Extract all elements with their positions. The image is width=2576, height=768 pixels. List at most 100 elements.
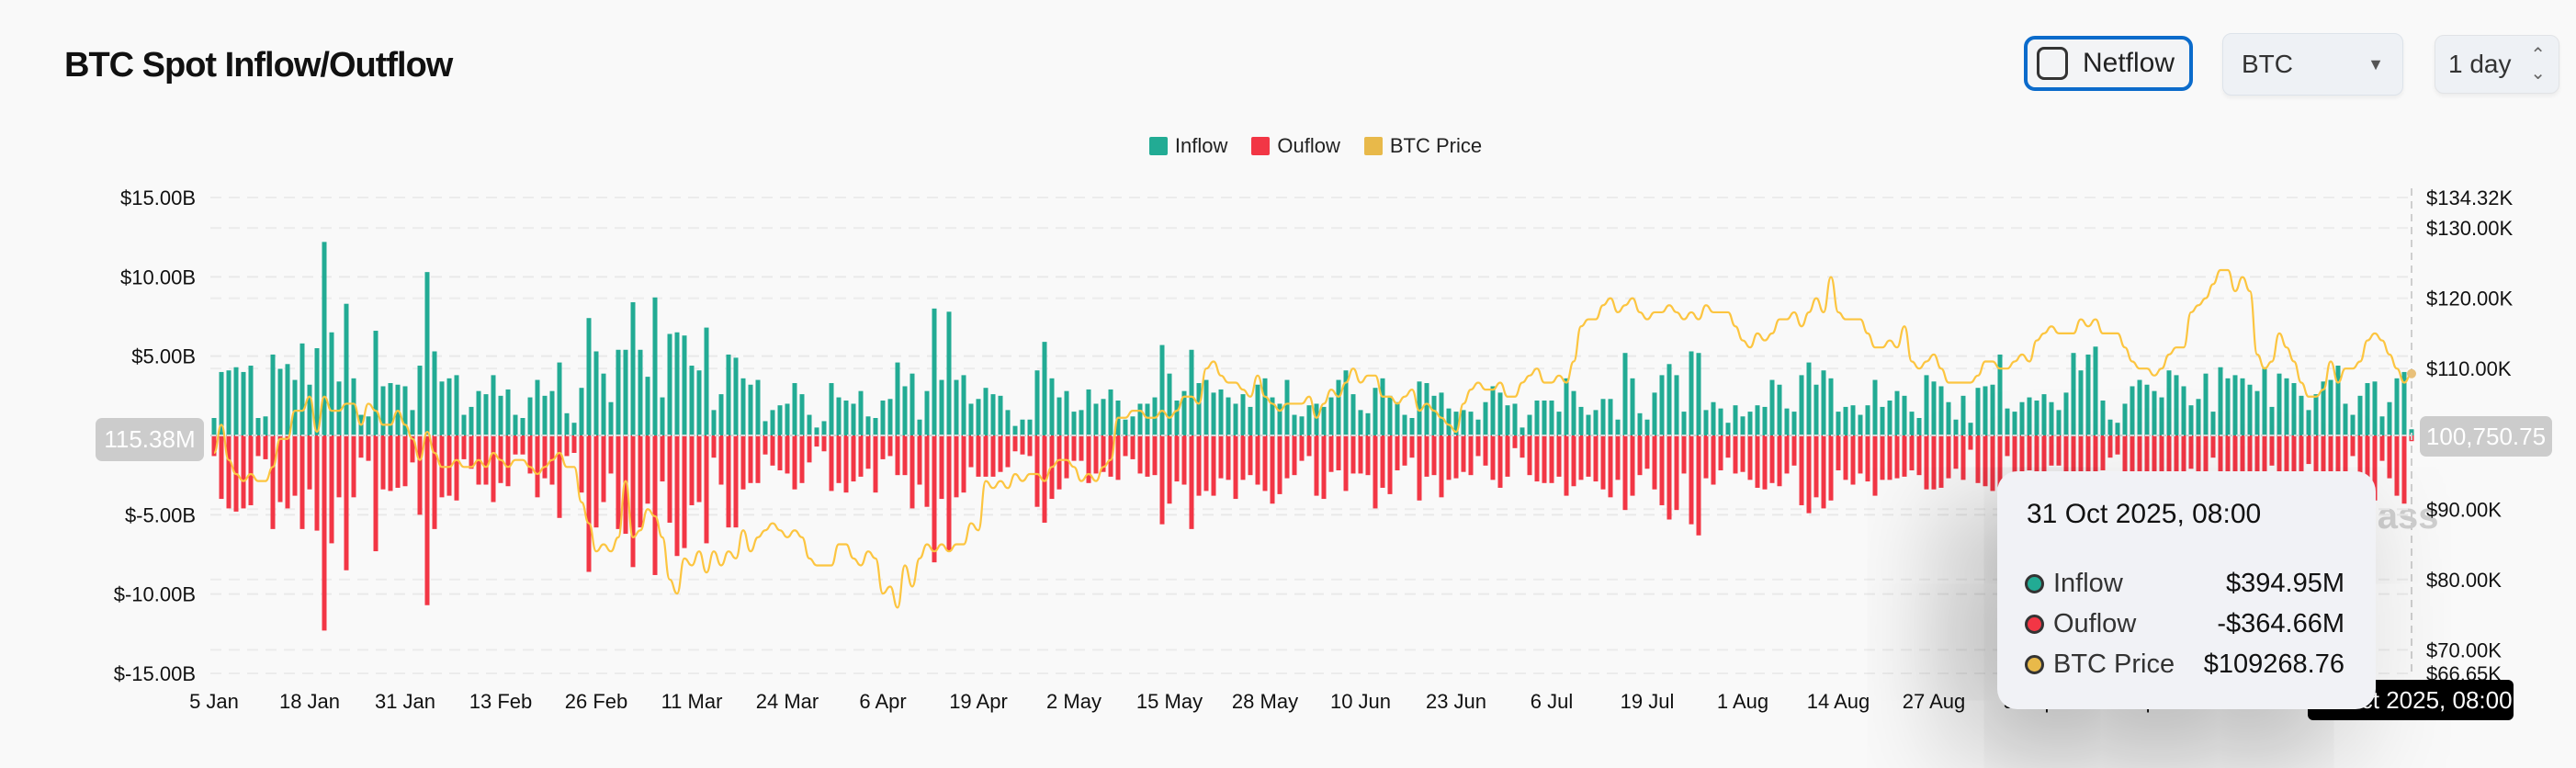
- inflow-bar: [491, 375, 496, 435]
- outflow-bar: [219, 435, 224, 500]
- outflow-bar: [1358, 435, 1363, 474]
- outflow-bar: [292, 435, 298, 496]
- outflow-bar: [1711, 435, 1716, 485]
- inflow-bar: [836, 397, 842, 435]
- inflow-bar: [1240, 394, 1246, 435]
- inflow-bar: [1211, 392, 1216, 435]
- outflow-bar: [843, 435, 849, 493]
- outflow-bar: [2019, 435, 2025, 474]
- outflow-bar: [910, 435, 915, 509]
- inflow-bar: [1093, 403, 1099, 435]
- inflow-bar: [1542, 401, 1547, 435]
- outflow-bar: [1953, 435, 1959, 469]
- outflow-bar: [1402, 435, 1407, 466]
- y-left-tick-label: $10.00B: [120, 265, 196, 288]
- outflow-bar: [660, 435, 665, 482]
- outflow-bar: [1439, 435, 1444, 498]
- inflow-bar: [968, 403, 974, 435]
- outflow-bar: [586, 435, 592, 572]
- inflow-bar: [1505, 405, 1510, 435]
- inflow-bar: [1145, 403, 1150, 435]
- outflow-bar: [373, 435, 378, 552]
- outflow-bar: [1130, 435, 1135, 459]
- outflow-bar: [990, 435, 996, 477]
- outflow-bar: [1461, 435, 1466, 472]
- inflow-bar: [307, 384, 312, 435]
- inflow-bar: [895, 362, 900, 435]
- inflow-bar: [483, 394, 489, 435]
- inflow-bar: [1534, 401, 1540, 435]
- inflow-bar: [2277, 373, 2282, 435]
- outflow-bar: [513, 435, 518, 455]
- inflow-bar: [1880, 406, 1885, 435]
- inflow-bar: [990, 394, 996, 435]
- outflow-bar: [711, 435, 717, 458]
- outflow-bar: [2056, 435, 2062, 466]
- y-right-tick-label: $90.00K: [2426, 498, 2502, 521]
- outflow-bar: [1549, 435, 1554, 483]
- outflow-bar: [1167, 435, 1172, 504]
- x-tick-label: 5 Jan: [189, 690, 239, 713]
- outflow-bar: [1968, 435, 1973, 450]
- inflow-bar: [1461, 410, 1466, 435]
- inflow-bar: [1887, 401, 1892, 435]
- inflow-bar: [2357, 395, 2363, 435]
- inflow-bar: [1226, 397, 1231, 435]
- inflow-bar: [2218, 367, 2223, 435]
- y-left-tick-label: $5.00B: [131, 345, 196, 368]
- inflow-bar: [777, 405, 783, 435]
- inflow-bar: [1079, 410, 1084, 435]
- inflow-bar: [2269, 406, 2275, 435]
- inflow-bar: [1101, 399, 1106, 435]
- inflow-bar: [2078, 370, 2084, 435]
- inflow-bar: [388, 383, 393, 435]
- inflow-bar: [983, 388, 989, 435]
- inflow-dot-icon: [2025, 573, 2044, 593]
- inflow-bar: [2299, 395, 2304, 435]
- outflow-bar: [395, 435, 401, 488]
- outflow-bar: [1431, 435, 1437, 476]
- outflow-bar: [1894, 435, 1900, 479]
- x-tick-label: 18 Jan: [279, 690, 340, 713]
- inflow-bar: [1409, 418, 1415, 435]
- inflow-bar: [1431, 395, 1437, 435]
- outflow-bar: [1468, 435, 1474, 476]
- outflow-bar: [865, 435, 871, 469]
- outflow-bar: [1012, 435, 1018, 452]
- inflow-bar: [1527, 414, 1532, 435]
- inflow-bar: [821, 421, 827, 435]
- inflow-bar: [2012, 412, 2017, 435]
- inflow-bar: [1894, 390, 1900, 435]
- inflow-bar: [2394, 378, 2400, 435]
- outflow-bar: [270, 435, 276, 529]
- inflow-bar: [1674, 375, 1679, 435]
- inflow-bar: [255, 418, 261, 435]
- inflow-bar: [2379, 416, 2385, 435]
- tooltip-row-inflow: Inflow $394.95M: [2025, 563, 2344, 604]
- inflow-bar: [2291, 383, 2297, 435]
- outflow-bar: [469, 435, 474, 469]
- inflow-bar: [2284, 378, 2289, 435]
- inflow-bar: [910, 373, 915, 435]
- outflow-bar: [932, 435, 937, 563]
- inflow-bar: [1755, 405, 1760, 435]
- outflow-bar: [1446, 435, 1452, 480]
- inflow-bar: [924, 390, 930, 435]
- outflow-bar: [1865, 435, 1870, 482]
- inflow-bar: [2130, 386, 2135, 435]
- inflow-bar: [682, 335, 687, 435]
- tooltip-row-price: BTC Price $109268.76: [2025, 644, 2344, 684]
- outflow-bar: [1990, 435, 1995, 491]
- outflow-bar: [1571, 435, 1576, 487]
- y-right-tick-label: $120.00K: [2426, 288, 2514, 311]
- inflow-bar: [1644, 419, 1650, 435]
- outflow-bar: [454, 435, 459, 501]
- inflow-bar: [1696, 353, 1701, 435]
- inflow-bar: [623, 349, 628, 435]
- inflow-bar: [1130, 416, 1135, 435]
- outflow-bar: [1880, 435, 1885, 480]
- outflow-bar: [770, 435, 775, 466]
- inflow-bar: [770, 410, 775, 435]
- outflow-bar: [1218, 435, 1224, 479]
- inflow-bar: [1042, 342, 1047, 435]
